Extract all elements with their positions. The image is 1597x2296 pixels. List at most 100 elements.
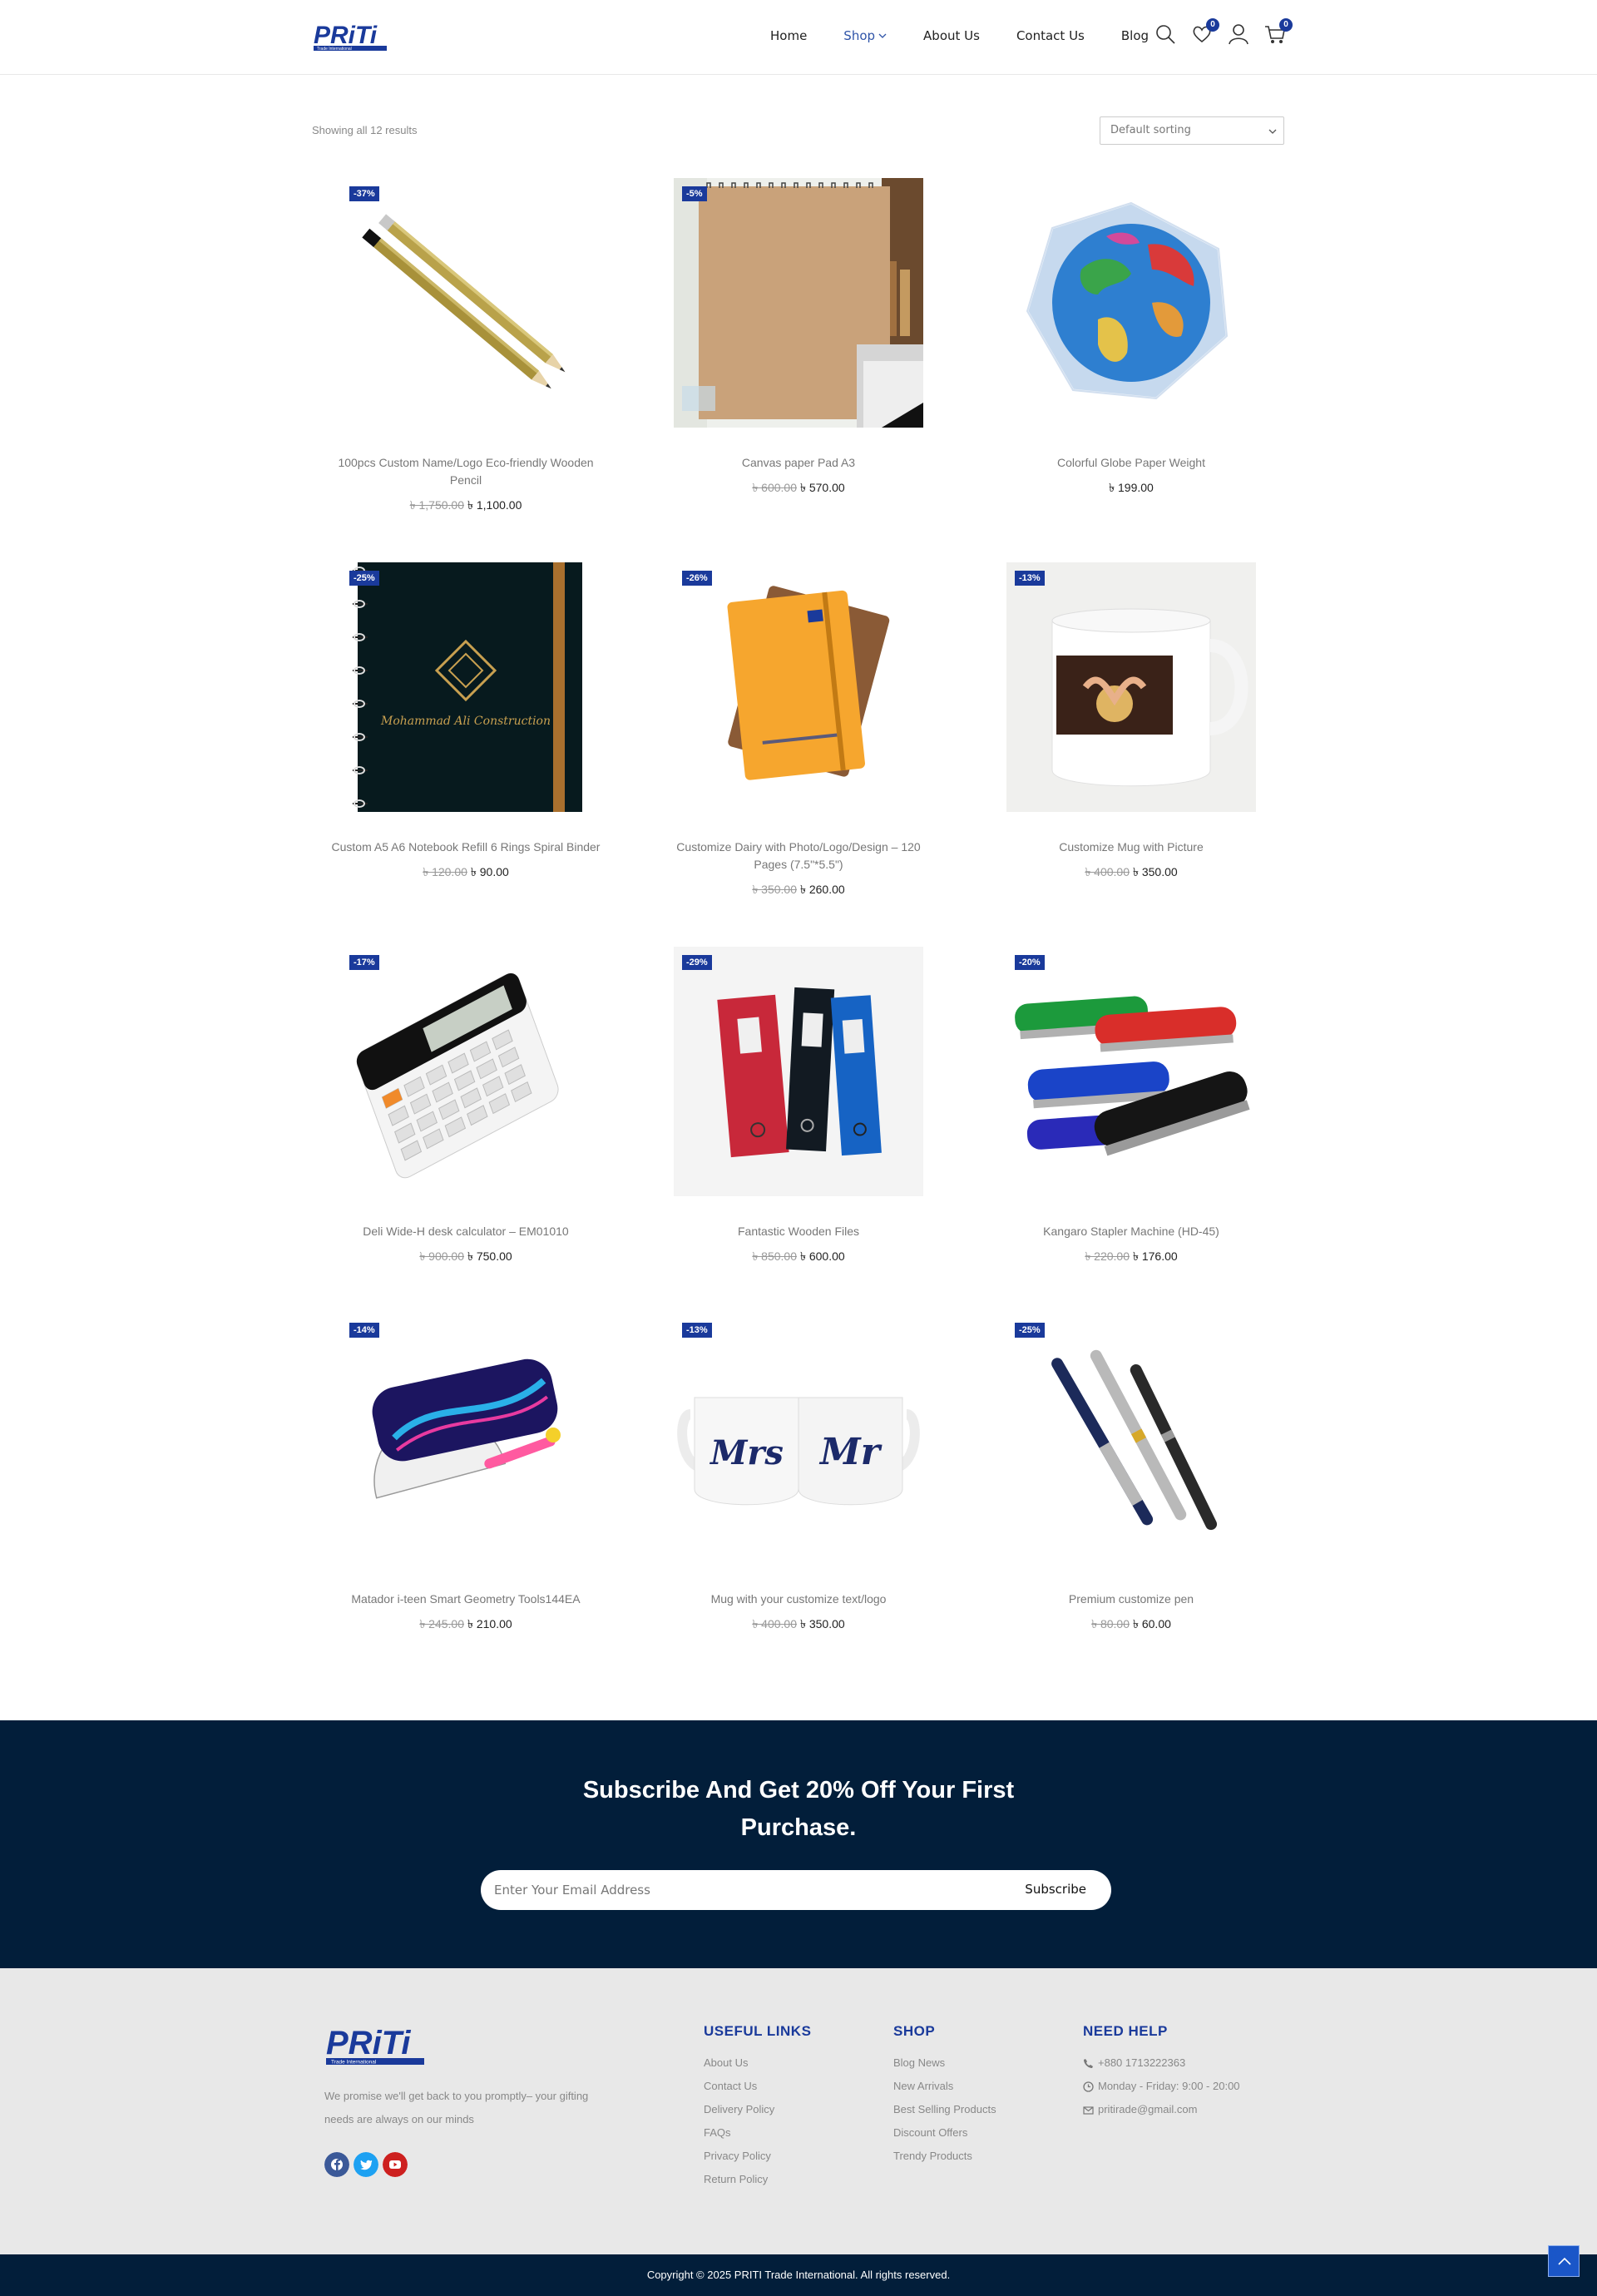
facebook-icon[interactable] [324, 2152, 349, 2177]
footer-phone-text: +880 1713222363 [1098, 2056, 1186, 2069]
footer-link-contact-us[interactable]: Contact Us [704, 2075, 811, 2098]
product-price: ৳ 400.00 ৳ 350.00 [977, 863, 1285, 883]
footer-hours: Monday - Friday: 9:00 - 20:00 [1083, 2075, 1240, 2098]
footer-link-delivery-policy[interactable]: Delivery Policy [704, 2098, 811, 2121]
footer-link-new-arrivals[interactable]: New Arrivals [893, 2075, 996, 2098]
footer-email[interactable]: pritirade@gmail.com [1083, 2098, 1240, 2121]
sale-price: ৳ 1,100.00 [467, 498, 522, 512]
footer-link-best-selling[interactable]: Best Selling Products [893, 2098, 996, 2121]
sale-badge: -13% [682, 1323, 712, 1338]
nav-contact-us[interactable]: Contact Us [1016, 28, 1085, 43]
search-icon[interactable] [1154, 23, 1176, 45]
old-price: ৳ 600.00 [752, 481, 797, 494]
product-image-pencils[interactable]: -37% [341, 178, 591, 428]
product-image-canvas-pad[interactable]: -5% [674, 178, 923, 428]
product-image-calculator[interactable]: -17% [341, 947, 591, 1196]
product-title[interactable]: Customize Mug with Picture [977, 839, 1285, 856]
footer-link-trendy-products[interactable]: Trendy Products [893, 2145, 996, 2168]
product-price: ৳ 850.00 ৳ 600.00 [645, 1247, 952, 1267]
footer-link-faqs[interactable]: FAQs [704, 2121, 811, 2145]
product-image-diary[interactable]: -26% [674, 562, 923, 812]
product-title[interactable]: Canvas paper Pad A3 [645, 454, 952, 472]
main-nav: Home Shop About Us Contact Us Blog [770, 28, 1185, 43]
wishlist-button[interactable]: 0 [1191, 18, 1219, 45]
nav-shop[interactable]: Shop [843, 28, 887, 43]
nav-home[interactable]: Home [770, 28, 807, 43]
product-image-files[interactable]: -29% [674, 947, 923, 1196]
footer-link-about-us[interactable]: About Us [704, 2051, 811, 2075]
product-card[interactable]: -13% Customize Mug with Picture ৳ 400.00… [977, 562, 1285, 883]
copyright-bar: Copyright © 2025 PRITI Trade Internation… [0, 2254, 1597, 2296]
footer-link-privacy-policy[interactable]: Privacy Policy [704, 2145, 811, 2168]
product-card[interactable]: -26% Customize Dairy with Photo/Logo/Des… [645, 562, 952, 900]
product-image-pens[interactable]: -25% [1006, 1314, 1256, 1564]
sale-price: ৳ 60.00 [1133, 1617, 1171, 1630]
product-title[interactable]: Premium customize pen [977, 1591, 1285, 1608]
footer-link-discount-offers[interactable]: Discount Offers [893, 2121, 996, 2145]
account-icon[interactable] [1228, 23, 1249, 45]
product-title[interactable]: Deli Wide-H desk calculator – EM01010 [312, 1223, 620, 1240]
site-footer: PRiTi Trade International We promise we'… [0, 1968, 1597, 2254]
product-title[interactable]: Mug with your customize text/logo [645, 1591, 952, 1608]
product-title[interactable]: Custom A5 A6 Notebook Refill 6 Rings Spi… [312, 839, 620, 856]
social-links [324, 2152, 408, 2177]
old-price: ৳ 220.00 [1085, 1249, 1130, 1263]
product-price: ৳ 245.00 ৳ 210.00 [312, 1615, 620, 1635]
chevron-down-icon [878, 33, 887, 38]
back-to-top-button[interactable] [1548, 2245, 1580, 2277]
sale-badge: -5% [682, 186, 707, 201]
footer-phone[interactable]: +880 1713222363 [1083, 2051, 1240, 2075]
nav-about-us[interactable]: About Us [923, 28, 980, 43]
footer-link-return-policy[interactable]: Return Policy [704, 2168, 811, 2191]
subscribe-button[interactable]: Subscribe [1025, 1882, 1086, 1897]
youtube-icon[interactable] [383, 2152, 408, 2177]
sale-badge: -37% [349, 186, 379, 201]
sale-badge: -20% [1015, 955, 1045, 970]
twitter-icon[interactable] [354, 2152, 378, 2177]
email-input[interactable] [494, 1870, 960, 1910]
cart-button[interactable]: 0 [1264, 18, 1293, 45]
product-price: ৳ 900.00 ৳ 750.00 [312, 1247, 620, 1267]
sale-badge: -25% [349, 571, 379, 586]
product-title[interactable]: Fantastic Wooden Files [645, 1223, 952, 1240]
product-image-geometry-box[interactable]: -14% [341, 1314, 591, 1564]
site-header: PRiTi Trade International Home Shop Abou… [0, 0, 1597, 75]
result-count: Showing all 12 results [312, 124, 418, 136]
sorting-value: Default sorting [1110, 124, 1191, 136]
product-card[interactable]: Colorful Globe Paper Weight ৳ 199.00 [977, 178, 1285, 498]
product-card[interactable]: -14% Matador i-teen Smart Geometry Tools… [312, 1314, 620, 1635]
footer-heading: USEFUL LINKS [704, 2023, 812, 2039]
product-image-spiral-notebook[interactable]: Mohammad Ali Construction -25% [341, 562, 591, 812]
wishlist-count-badge: 0 [1206, 18, 1219, 32]
product-title[interactable]: Customize Dairy with Photo/Logo/Design –… [645, 839, 952, 873]
product-price: ৳ 1,750.00 ৳ 1,100.00 [312, 496, 620, 516]
old-price: ৳ 400.00 [1085, 865, 1130, 878]
footer-link-blog-news[interactable]: Blog News [893, 2051, 996, 2075]
mug-text-right: Mr [818, 1431, 883, 1473]
sorting-select[interactable]: Default sorting [1100, 116, 1284, 145]
sale-price: ৳ 570.00 [800, 481, 845, 494]
product-card[interactable]: -20% Kangaro Stapler Machine (HD-45) ৳ 2… [977, 947, 1285, 1267]
product-title[interactable]: Colorful Globe Paper Weight [977, 454, 1285, 472]
product-card[interactable]: -37% 100pcs Custom Name/Logo Eco-friendl… [312, 178, 620, 516]
product-image-globe[interactable] [1006, 178, 1256, 428]
product-image-photo-mug[interactable]: -13% [1006, 562, 1256, 812]
product-title[interactable]: 100pcs Custom Name/Logo Eco-friendly Woo… [312, 454, 620, 489]
footer-logo[interactable]: PRiTi Trade International [324, 2024, 426, 2067]
footer-shop-links: SHOP Blog News New Arrivals Best Selling… [893, 2023, 996, 2168]
product-card[interactable]: -17% Deli Wide-H desk calculator – EM010… [312, 947, 620, 1267]
site-logo[interactable]: PRiTi Trade International [312, 20, 388, 53]
product-price: ৳ 400.00 ৳ 350.00 [645, 1615, 952, 1635]
product-price: ৳ 80.00 ৳ 60.00 [977, 1615, 1285, 1635]
product-card[interactable]: Mrs Mr -13% Mug with your customize text… [645, 1314, 952, 1635]
product-image-couple-mugs[interactable]: Mrs Mr -13% [674, 1314, 923, 1564]
product-card[interactable]: Mohammad Ali Construction -25% Custom A5… [312, 562, 620, 883]
nav-blog[interactable]: Blog [1121, 28, 1149, 43]
product-card[interactable]: -29% Fantastic Wooden Files ৳ 850.00 ৳ 60… [645, 947, 952, 1267]
product-card[interactable]: -25% Premium customize pen ৳ 80.00 ৳ 60.0… [977, 1314, 1285, 1635]
product-image-staplers[interactable]: -20% [1006, 947, 1256, 1196]
product-price: ৳ 600.00 ৳ 570.00 [645, 478, 952, 498]
product-card[interactable]: -5% Canvas paper Pad A3 ৳ 600.00 ৳ 570.00 [645, 178, 952, 498]
product-title[interactable]: Kangaro Stapler Machine (HD-45) [977, 1223, 1285, 1240]
product-title[interactable]: Matador i-teen Smart Geometry Tools144EA [312, 1591, 620, 1608]
